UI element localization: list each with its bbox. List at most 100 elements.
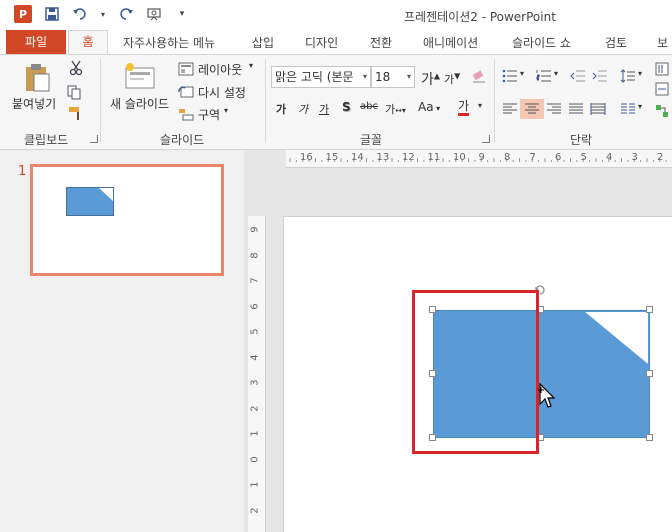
- group-separator: [265, 59, 266, 143]
- reset-icon[interactable]: [178, 84, 194, 100]
- slide-number: 1: [18, 164, 27, 179]
- resize-handle-top-right[interactable]: [646, 306, 653, 313]
- underline-button[interactable]: 가: [319, 101, 329, 117]
- horizontal-ruler: 16 15 14 13 12 11 10 9 8 7 6 5 4 3 2: [286, 150, 672, 168]
- font-color-button[interactable]: 가: [458, 99, 470, 116]
- tab-animations[interactable]: 애니메이션: [423, 32, 478, 54]
- ruler-tick-label: 0: [249, 455, 261, 463]
- line-spacing-icon[interactable]: [620, 68, 636, 84]
- numbering-dropdown-icon[interactable]: ▾: [554, 69, 558, 78]
- resize-handle-bottom-right[interactable]: [646, 434, 653, 441]
- bullets-icon[interactable]: [502, 68, 518, 84]
- change-case-button[interactable]: Aa ▾: [418, 100, 440, 114]
- smartart-icon[interactable]: [654, 103, 670, 119]
- font-size-combo[interactable]: 18 ▾: [371, 66, 415, 88]
- ruler-tick-label: 6: [249, 302, 261, 310]
- decrease-indent-icon[interactable]: [570, 68, 586, 84]
- align-text-icon[interactable]: [654, 81, 670, 97]
- save-icon[interactable]: [44, 6, 60, 22]
- resize-handle-right[interactable]: [646, 370, 653, 377]
- section-label[interactable]: 구역: [198, 106, 220, 123]
- customize-qat-icon[interactable]: ▾: [174, 6, 190, 22]
- columns-icon[interactable]: [620, 101, 636, 117]
- italic-button[interactable]: 가: [298, 101, 308, 117]
- strike-button[interactable]: abc: [360, 101, 378, 112]
- clipboard-launcher-icon[interactable]: [90, 135, 98, 143]
- font-size-value: 18: [375, 70, 391, 84]
- char-spacing-label: 가: [385, 103, 396, 116]
- align-center-icon[interactable]: [524, 101, 540, 117]
- ruler-tick-label: 2: [249, 506, 261, 514]
- grow-font-label: 가: [421, 72, 434, 88]
- presenter-icon[interactable]: [146, 6, 162, 22]
- tab-design[interactable]: 디자인: [305, 32, 338, 54]
- justify-icon[interactable]: [568, 101, 584, 117]
- bold-button[interactable]: 가: [276, 101, 286, 117]
- ruler-tick-label: 2: [249, 404, 261, 412]
- clear-format-icon[interactable]: [471, 69, 487, 85]
- font-launcher-icon[interactable]: [482, 135, 490, 143]
- tab-view[interactable]: 보: [657, 32, 668, 54]
- tab-insert[interactable]: 삽입: [252, 32, 274, 54]
- ruler-tick-label: 13: [376, 152, 390, 163]
- ruler-tick-label: 3: [249, 379, 261, 386]
- slide-thumbnail[interactable]: [30, 164, 224, 276]
- ruler-tick-label: 15: [325, 152, 339, 163]
- new-slide-icon[interactable]: [124, 61, 156, 91]
- ruler-tick-label: 6: [555, 152, 562, 163]
- ruler-tick-label: 4: [249, 353, 261, 361]
- font-name-combo[interactable]: 맑은 고딕 (본문 ▾: [271, 66, 371, 88]
- new-slide-label[interactable]: 새 슬라이드: [110, 95, 169, 112]
- dropdown-chevron-icon[interactable]: ▾: [100, 6, 106, 22]
- tab-review[interactable]: 검토: [605, 32, 627, 54]
- chevron-down-icon: ▾: [406, 72, 411, 81]
- ruler-tick-label: 9: [478, 152, 485, 163]
- copy-icon[interactable]: [66, 84, 82, 100]
- undo-icon[interactable]: [72, 6, 88, 22]
- group-separator: [100, 59, 101, 143]
- paste-button-label[interactable]: 붙여넣기: [12, 95, 56, 112]
- layout-icon[interactable]: [178, 61, 194, 77]
- section-dropdown-icon[interactable]: ▾: [224, 106, 228, 115]
- powerpoint-logo-icon: P: [14, 5, 32, 23]
- tab-slideshow[interactable]: 슬라이드 쇼: [512, 32, 571, 54]
- tab-home[interactable]: 홈: [68, 30, 108, 55]
- font-group-label: 글꼴: [360, 133, 383, 147]
- ruler-tick-label: 1: [249, 430, 261, 437]
- numbering-icon[interactable]: [536, 68, 552, 84]
- text-direction-icon[interactable]: [654, 61, 670, 77]
- powerpoint-window: P ▾ ▾ 프레젠테이션2 - PowerPoint 파일 홈 자주사용하는 메…: [0, 0, 672, 532]
- redo-icon[interactable]: [118, 6, 134, 22]
- shadow-button[interactable]: S: [342, 100, 351, 114]
- title-bar: P ▾ ▾ 프레젠테이션2 - PowerPoint: [0, 0, 672, 30]
- distribute-icon[interactable]: [590, 101, 606, 117]
- font-color-dropdown-icon[interactable]: ▾: [478, 101, 482, 110]
- align-left-icon[interactable]: [502, 101, 518, 117]
- format-painter-icon[interactable]: [68, 105, 84, 121]
- reset-label[interactable]: 다시 설정: [198, 84, 246, 101]
- char-spacing-button[interactable]: 가↔▾: [385, 101, 406, 117]
- ruler-tick-label: 3: [631, 152, 638, 163]
- increase-indent-icon[interactable]: [592, 68, 608, 84]
- ruler-tick-label: 5: [580, 152, 587, 163]
- layout-dropdown-icon[interactable]: ▾: [249, 61, 253, 70]
- line-spacing-dropdown-icon[interactable]: ▾: [638, 69, 642, 78]
- tab-transitions[interactable]: 전환: [370, 32, 392, 54]
- shrink-font-button[interactable]: 가▼: [444, 71, 460, 87]
- align-right-icon[interactable]: [546, 101, 562, 117]
- paste-icon[interactable]: [22, 61, 52, 93]
- ribbon-tabs: 파일 홈 자주사용하는 메뉴 삽입 디자인 전환 애니메이션 슬라이드 쇼 검토…: [0, 30, 672, 55]
- grow-font-button[interactable]: 가▲: [421, 69, 440, 89]
- tab-file[interactable]: 파일: [6, 30, 66, 54]
- ruler-tick-label: 14: [351, 152, 364, 163]
- columns-dropdown-icon[interactable]: ▾: [638, 102, 642, 111]
- scissors-icon[interactable]: [68, 60, 84, 76]
- font-name-value: 맑은 고딕 (본문: [275, 70, 354, 84]
- tab-frequent[interactable]: 자주사용하는 메뉴: [123, 32, 215, 54]
- section-icon[interactable]: [178, 106, 194, 122]
- bullets-dropdown-icon[interactable]: ▾: [520, 69, 524, 78]
- slide-thumbnail-pane: 1: [0, 150, 244, 532]
- layout-label[interactable]: 레이아웃: [198, 61, 242, 78]
- ruler-tick-label: 9: [249, 226, 261, 233]
- highlight-box: [412, 290, 539, 454]
